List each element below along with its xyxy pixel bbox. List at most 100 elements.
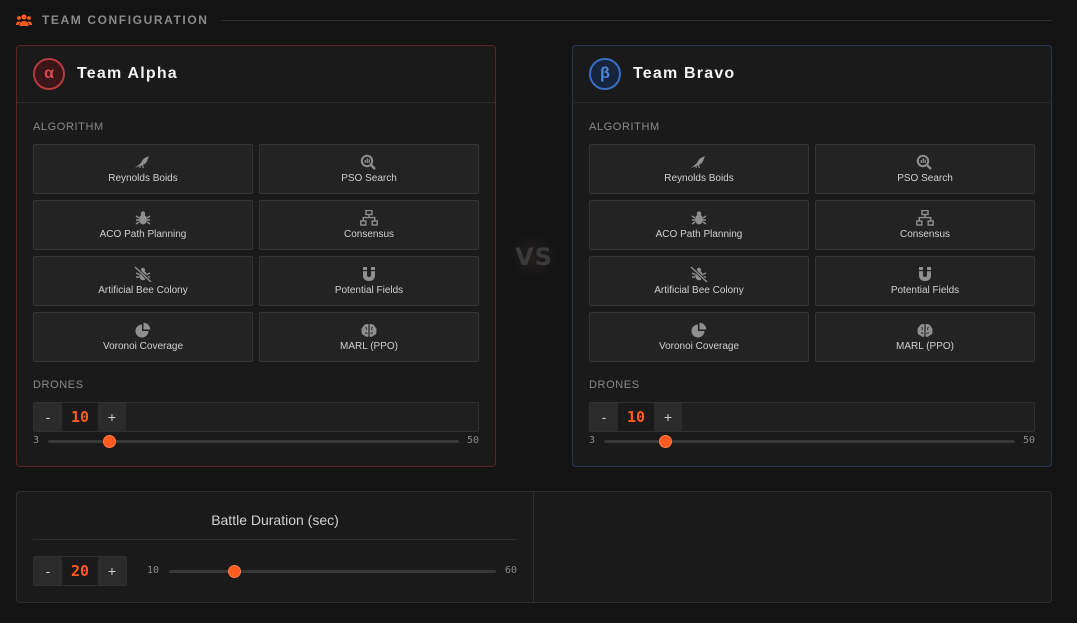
- algorithm-option[interactable]: Artificial Bee Colony: [33, 256, 253, 306]
- users-icon: [16, 14, 32, 26]
- decrement-button[interactable]: -: [34, 403, 62, 431]
- algorithm-option[interactable]: Consensus: [815, 200, 1035, 250]
- search-chart-icon: [360, 154, 376, 170]
- slider-min: 10: [147, 565, 160, 576]
- algorithm-option[interactable]: Potential Fields: [815, 256, 1035, 306]
- algorithm-grid: Reynolds Boids PSO Search ACO Path Plannin…: [33, 144, 479, 362]
- battle-duration-card: Battle Duration (sec) - 20 + 10 60: [16, 491, 1052, 603]
- team-name: Team Alpha: [77, 65, 178, 82]
- algorithm-label-text: ACO Path Planning: [655, 229, 743, 240]
- search-chart-icon: [916, 154, 932, 170]
- slider-min: 3: [589, 435, 596, 446]
- team-header: β Team Bravo: [573, 46, 1051, 103]
- drones-label: DRONES: [33, 379, 84, 391]
- algorithm-label-text: Reynolds Boids: [664, 173, 734, 184]
- slider-track[interactable]: [48, 435, 459, 448]
- algorithm-label-text: MARL (PPO): [896, 341, 954, 352]
- bug-icon: [135, 211, 151, 225]
- drones-value[interactable]: 10: [618, 403, 654, 431]
- algorithm-label-text: Potential Fields: [890, 285, 960, 296]
- section-header: TEAM CONFIGURATION: [16, 12, 1052, 28]
- algorithm-option[interactable]: Voronoi Coverage: [33, 312, 253, 362]
- vs-label: VS: [506, 236, 562, 278]
- algorithm-label-text: Consensus: [899, 229, 951, 240]
- algorithm-option[interactable]: Potential Fields: [259, 256, 479, 306]
- pie-chart-icon: [135, 322, 151, 338]
- slider-thumb[interactable]: [103, 435, 117, 448]
- bug-slash-icon: [134, 266, 152, 282]
- slider-max: 50: [466, 435, 479, 446]
- algorithm-label-text: PSO Search: [341, 173, 397, 184]
- brain-icon: [361, 323, 377, 337]
- team-header: α Team Alpha: [17, 46, 495, 103]
- algorithm-label-text: Potential Fields: [334, 285, 404, 296]
- drones-control: - 10 +: [589, 402, 1035, 432]
- header-divider: [220, 19, 1052, 21]
- algorithm-option[interactable]: MARL (PPO): [259, 312, 479, 362]
- pie-chart-icon: [691, 322, 707, 338]
- bug-slash-icon: [690, 266, 708, 282]
- section-title: TEAM CONFIGURATION: [42, 13, 209, 27]
- battle-duration-panel: Battle Duration (sec) - 20 + 10 60: [17, 492, 534, 602]
- increment-button[interactable]: +: [654, 403, 682, 431]
- duration-value[interactable]: 20: [62, 557, 98, 585]
- algorithm-option[interactable]: PSO Search: [815, 144, 1035, 194]
- algorithm-option[interactable]: PSO Search: [259, 144, 479, 194]
- battle-duration-title: Battle Duration (sec): [211, 512, 339, 528]
- algorithm-label: ALGORITHM: [589, 121, 660, 133]
- bug-icon: [691, 211, 707, 225]
- duration-stepper: - 20 +: [33, 556, 127, 586]
- algorithm-label-text: Consensus: [343, 229, 395, 240]
- magnet-icon: [919, 267, 931, 281]
- magnet-icon: [363, 267, 375, 281]
- divider: [33, 539, 517, 540]
- algorithm-label-text: MARL (PPO): [340, 341, 398, 352]
- team-badge: β: [589, 58, 621, 90]
- drones-control: - 10 +: [33, 402, 479, 432]
- slider-track[interactable]: [169, 565, 496, 578]
- slider-max: 60: [504, 565, 517, 576]
- drones-label: DRONES: [589, 379, 640, 391]
- algorithm-option[interactable]: Reynolds Boids: [33, 144, 253, 194]
- decrement-button[interactable]: -: [590, 403, 618, 431]
- team-bravo-card: β Team Bravo ALGORITHM Reynolds Boids PSO…: [572, 45, 1052, 467]
- increment-button[interactable]: +: [98, 403, 126, 431]
- drones-slider: 3 50: [589, 434, 1035, 448]
- drones-stepper: - 10 +: [590, 403, 682, 431]
- algorithm-label-text: Artificial Bee Colony: [654, 285, 744, 296]
- team-alpha-card: α Team Alpha ALGORITHM Reynolds Boids PSO…: [16, 45, 496, 467]
- slider-track[interactable]: [604, 435, 1015, 448]
- duration-slider: 10 60: [147, 564, 517, 578]
- network-icon: [360, 210, 378, 226]
- algorithm-option[interactable]: Voronoi Coverage: [589, 312, 809, 362]
- algorithm-label-text: Voronoi Coverage: [658, 341, 740, 352]
- drones-stepper: - 10 +: [34, 403, 126, 431]
- algorithm-option[interactable]: ACO Path Planning: [33, 200, 253, 250]
- slider-min: 3: [33, 435, 40, 446]
- brain-icon: [917, 323, 933, 337]
- team-badge: α: [33, 58, 65, 90]
- algorithm-grid: Reynolds Boids PSO Search ACO Path Plannin…: [589, 144, 1035, 362]
- algorithm-label-text: ACO Path Planning: [99, 229, 187, 240]
- algorithm-option[interactable]: MARL (PPO): [815, 312, 1035, 362]
- algorithm-label-text: PSO Search: [897, 173, 953, 184]
- algorithm-label-text: Voronoi Coverage: [102, 341, 184, 352]
- algorithm-label: ALGORITHM: [33, 121, 104, 133]
- algorithm-option[interactable]: ACO Path Planning: [589, 200, 809, 250]
- drones-value[interactable]: 10: [62, 403, 98, 431]
- slider-thumb[interactable]: [228, 565, 242, 578]
- algorithm-option[interactable]: Artificial Bee Colony: [589, 256, 809, 306]
- network-icon: [916, 210, 934, 226]
- crow-icon: [691, 156, 705, 168]
- algorithm-label-text: Reynolds Boids: [108, 173, 178, 184]
- team-name: Team Bravo: [633, 65, 736, 82]
- crow-icon: [135, 156, 149, 168]
- algorithm-label-text: Artificial Bee Colony: [98, 285, 188, 296]
- algorithm-option[interactable]: Reynolds Boids: [589, 144, 809, 194]
- algorithm-option[interactable]: Consensus: [259, 200, 479, 250]
- slider-max: 50: [1022, 435, 1035, 446]
- increment-button[interactable]: +: [98, 557, 126, 585]
- drones-slider: 3 50: [33, 434, 479, 448]
- decrement-button[interactable]: -: [34, 557, 62, 585]
- slider-thumb[interactable]: [659, 435, 673, 448]
